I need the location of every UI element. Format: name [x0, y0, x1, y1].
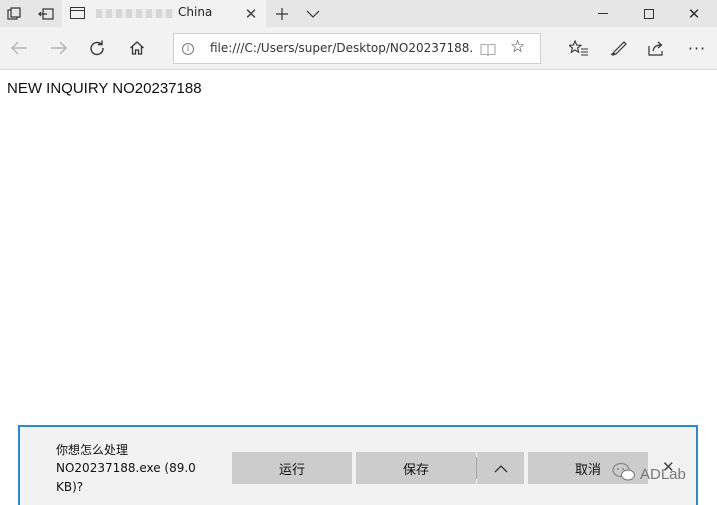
save-options-chevron-up-icon[interactable]: [477, 452, 524, 484]
page-favicon: [70, 7, 85, 19]
address-bar[interactable]: i file:///C:/Users/super/Desktop/NO20237…: [173, 33, 541, 64]
forward-arrow-icon[interactable]: [42, 33, 76, 63]
tab-title: China: [178, 5, 213, 19]
watermark-text: ADLab: [640, 465, 686, 483]
refresh-icon[interactable]: [80, 33, 114, 63]
home-icon[interactable]: [120, 33, 154, 63]
new-tab-icon[interactable]: [269, 0, 295, 27]
tab-actions-icon[interactable]: [0, 0, 28, 27]
more-ellipsis-icon[interactable]: ···: [680, 33, 714, 63]
minimize-icon[interactable]: [580, 0, 626, 27]
download-prompt-line2: NO20237188.exe (89.0: [56, 461, 196, 475]
window-close-icon[interactable]: ✕: [671, 0, 717, 27]
set-aside-tabs-icon[interactable]: [32, 0, 60, 27]
page-heading: NEW INQUIRY NO20237188: [7, 80, 202, 97]
tab-active[interactable]: China ✕: [62, 0, 266, 27]
web-notes-pen-icon[interactable]: [602, 33, 636, 63]
favorite-star-icon[interactable]: ☆: [510, 37, 525, 57]
info-icon[interactable]: i: [182, 43, 194, 55]
tab-title-redacted: [96, 9, 174, 18]
tab-close-icon[interactable]: ✕: [240, 0, 262, 27]
back-arrow-icon[interactable]: [2, 33, 36, 63]
download-prompt-line1: 你想怎么处理: [56, 443, 129, 457]
run-button[interactable]: 运行: [232, 452, 352, 484]
maximize-icon[interactable]: [626, 0, 672, 27]
share-icon[interactable]: [640, 33, 674, 63]
tab-preview-chevron-icon[interactable]: [300, 0, 326, 27]
watermark: ADLab: [612, 462, 686, 486]
address-url[interactable]: file:///C:/Users/super/Desktop/NO2023718…: [210, 41, 472, 55]
download-bar: 你想怎么处理 NO20237188.exe (89.0 KB)? 运行 保存 取…: [18, 425, 698, 505]
title-bar: China ✕ ✕: [0, 0, 717, 27]
navigation-bar: i file:///C:/Users/super/Desktop/NO20237…: [0, 27, 717, 70]
favorites-hub-icon[interactable]: [562, 33, 596, 63]
download-prompt-line3: KB)?: [56, 480, 84, 494]
save-button[interactable]: 保存: [356, 452, 476, 484]
reading-view-icon[interactable]: [480, 42, 496, 57]
wechat-logo-icon: [612, 462, 636, 486]
